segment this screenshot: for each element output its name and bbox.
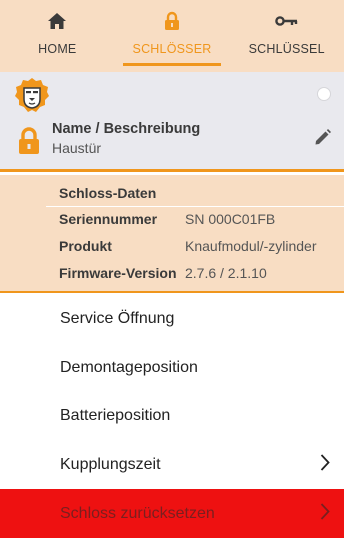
home-icon: [47, 10, 67, 32]
detail-value: 2.7.6 / 2.1.10: [185, 265, 267, 281]
tab-schluessel[interactable]: SCHLÜSSEL: [229, 0, 344, 72]
chevron-right-icon: [320, 502, 330, 525]
tab-schloesser[interactable]: SCHLÖSSER: [115, 0, 230, 72]
tab-home[interactable]: HOME: [0, 0, 115, 72]
settings-menu: Service Öffnung Demontageposition Batter…: [0, 295, 344, 538]
detail-key: Seriennummer: [59, 211, 158, 227]
detail-row-product: Produkt Knaufmodul/-zylinder: [59, 238, 344, 260]
chevron-right-icon: [320, 454, 330, 477]
menu-item-coupling-time[interactable]: Kupplungszeit: [0, 441, 344, 490]
detail-value: SN 000C01FB: [185, 211, 276, 227]
menu-item-battery-position[interactable]: Batterieposition: [0, 392, 344, 441]
lion-logo-icon: [14, 77, 50, 118]
menu-item-reset-lock[interactable]: Schloss zurücksetzen: [0, 489, 344, 538]
menu-item-label: Demontageposition: [60, 358, 198, 376]
menu-item-label: Schloss zurücksetzen: [60, 504, 215, 522]
key-icon: [274, 10, 299, 32]
detail-row-firmware: Firmware-Version 2.7.6 / 2.1.10: [59, 265, 344, 287]
detail-row-serial: Seriennummer SN 000C01FB: [59, 211, 344, 233]
lock-card: Name / Beschreibung Haustür: [0, 72, 344, 172]
tab-schluessel-label: SCHLÜSSEL: [248, 42, 325, 56]
menu-item-label: Kupplungszeit: [60, 456, 161, 474]
name-label: Name / Beschreibung: [52, 121, 201, 137]
tab-indicator: [122, 63, 222, 66]
tab-bar: HOME SCHLÖSSER SCHLÜSSEL: [0, 0, 344, 72]
detail-value: Knaufmodul/-zylinder: [185, 238, 317, 254]
padlock-icon: [18, 127, 40, 160]
menu-item-label: Service Öffnung: [60, 310, 175, 328]
divider: [46, 206, 344, 207]
tab-home-label: HOME: [38, 42, 77, 56]
lock-data-header: Schloss-Daten: [59, 185, 157, 201]
name-value: Haustür: [52, 140, 102, 156]
lock-icon: [164, 10, 180, 32]
menu-item-dismount-position[interactable]: Demontageposition: [0, 344, 344, 393]
edit-pencil-icon[interactable]: [314, 128, 332, 151]
menu-item-service-opening[interactable]: Service Öffnung: [0, 295, 344, 344]
lock-data-panel: Schloss-Daten Seriennummer SN 000C01FB P…: [0, 175, 344, 293]
detail-key: Firmware-Version: [59, 265, 177, 281]
menu-item-label: Batterieposition: [60, 407, 171, 425]
detail-key: Produkt: [59, 238, 112, 254]
select-radio[interactable]: [317, 87, 331, 101]
tab-schloesser-label: SCHLÖSSER: [132, 42, 212, 56]
